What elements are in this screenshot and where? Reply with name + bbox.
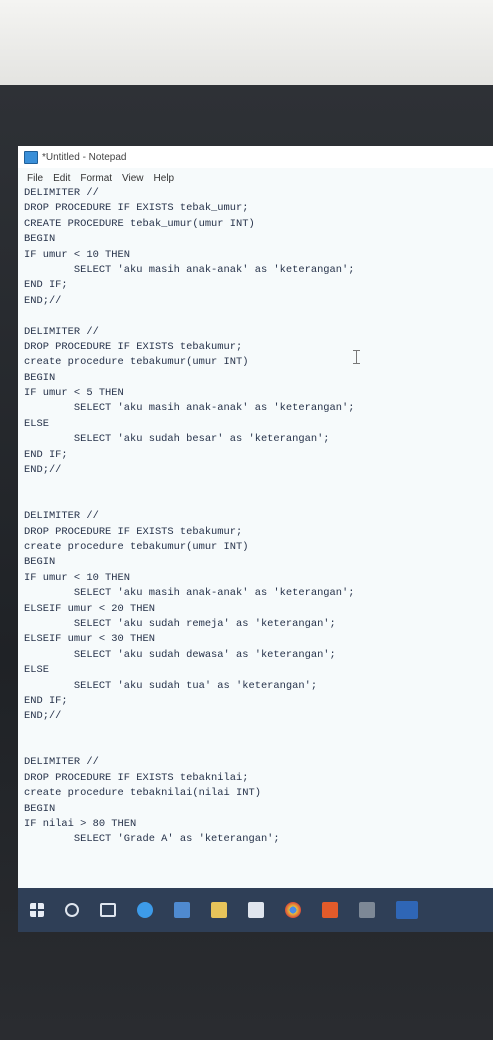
menu-file[interactable]: File — [27, 173, 43, 184]
code-line[interactable]: DROP PROCEDURE IF EXISTS tebak_umur; — [24, 201, 493, 216]
code-line[interactable]: SELECT 'aku sudah tua' as 'keterangan'; — [24, 679, 493, 694]
code-line[interactable]: SELECT 'aku masih anak-anak' as 'keteran… — [24, 263, 493, 278]
text-cursor-icon — [353, 350, 360, 364]
search-icon[interactable] — [65, 903, 79, 917]
code-line[interactable]: CREATE PROCEDURE tebak_umur(umur INT) — [24, 217, 493, 232]
code-line[interactable]: END IF; — [24, 448, 493, 463]
code-line[interactable]: SELECT 'aku masih anak-anak' as 'keteran… — [24, 401, 493, 416]
menu-view[interactable]: View — [122, 173, 144, 184]
code-line[interactable]: END;// — [24, 294, 493, 309]
code-line[interactable]: DROP PROCEDURE IF EXISTS tebaknilai; — [24, 771, 493, 786]
code-line[interactable]: BEGIN — [24, 232, 493, 247]
code-line[interactable]: DROP PROCEDURE IF EXISTS tebakumur; — [24, 525, 493, 540]
menu-format[interactable]: Format — [80, 173, 112, 184]
window-title: *Untitled - Notepad — [42, 151, 127, 163]
code-line[interactable]: SELECT 'aku sudah besar' as 'keterangan'… — [24, 432, 493, 447]
code-line[interactable] — [24, 494, 493, 509]
code-line[interactable] — [24, 478, 493, 493]
text-editor-area[interactable]: DELIMITER //DROP PROCEDURE IF EXISTS teb… — [24, 186, 493, 886]
monitor-screen: *Untitled - Notepad File Edit Format Vie… — [18, 146, 493, 932]
title-bar[interactable]: *Untitled - Notepad — [18, 146, 493, 168]
store-icon[interactable] — [174, 902, 190, 918]
windows-start-icon[interactable] — [30, 903, 44, 917]
code-line[interactable]: BEGIN — [24, 802, 493, 817]
code-line[interactable]: create procedure tebaknilai(nilai INT) — [24, 786, 493, 801]
code-line[interactable]: create procedure tebakumur(umur INT) — [24, 540, 493, 555]
code-line[interactable]: BEGIN — [24, 555, 493, 570]
code-line[interactable]: ELSE — [24, 417, 493, 432]
code-line[interactable] — [24, 309, 493, 324]
code-line[interactable]: SELECT 'aku sudah remeja' as 'keterangan… — [24, 617, 493, 632]
edge-icon[interactable] — [137, 902, 153, 918]
code-line[interactable]: create procedure tebakumur(umur INT) — [24, 355, 493, 370]
code-line[interactable]: ELSEIF umur < 30 THEN — [24, 632, 493, 647]
code-line[interactable]: SELECT 'Grade A' as 'keterangan'; — [24, 832, 493, 847]
code-line[interactable]: DELIMITER // — [24, 755, 493, 770]
menu-edit[interactable]: Edit — [53, 173, 70, 184]
notepad-icon — [24, 150, 38, 164]
chrome-icon[interactable] — [285, 902, 301, 918]
code-line[interactable]: END;// — [24, 709, 493, 724]
code-line[interactable]: END IF; — [24, 694, 493, 709]
background-wall — [0, 0, 493, 95]
code-line[interactable]: END IF; — [24, 278, 493, 293]
windows-taskbar — [18, 888, 493, 932]
code-line[interactable]: IF umur < 10 THEN — [24, 571, 493, 586]
file-explorer-icon[interactable] — [211, 902, 227, 918]
app-icon[interactable] — [359, 902, 375, 918]
code-line[interactable]: END;// — [24, 463, 493, 478]
code-line[interactable]: IF umur < 10 THEN — [24, 248, 493, 263]
code-line[interactable]: ELSEIF umur < 20 THEN — [24, 602, 493, 617]
office-icon[interactable] — [322, 902, 338, 918]
code-line[interactable]: DELIMITER // — [24, 325, 493, 340]
task-view-icon[interactable] — [100, 903, 116, 917]
code-line[interactable]: SELECT 'aku sudah dewasa' as 'keterangan… — [24, 648, 493, 663]
code-line[interactable]: BEGIN — [24, 371, 493, 386]
code-line[interactable]: DELIMITER // — [24, 509, 493, 524]
code-line[interactable]: ELSE — [24, 663, 493, 678]
word-icon[interactable] — [396, 901, 418, 919]
code-line[interactable]: IF nilai > 80 THEN — [24, 817, 493, 832]
code-line[interactable] — [24, 725, 493, 740]
code-line[interactable]: SELECT 'aku masih anak-anak' as 'keteran… — [24, 586, 493, 601]
code-line[interactable]: IF umur < 5 THEN — [24, 386, 493, 401]
mail-icon[interactable] — [248, 902, 264, 918]
code-line[interactable] — [24, 740, 493, 755]
code-line[interactable]: DROP PROCEDURE IF EXISTS tebakumur; — [24, 340, 493, 355]
menu-bar: File Edit Format View Help — [18, 170, 493, 186]
menu-help[interactable]: Help — [154, 173, 175, 184]
code-line[interactable]: DELIMITER // — [24, 186, 493, 201]
